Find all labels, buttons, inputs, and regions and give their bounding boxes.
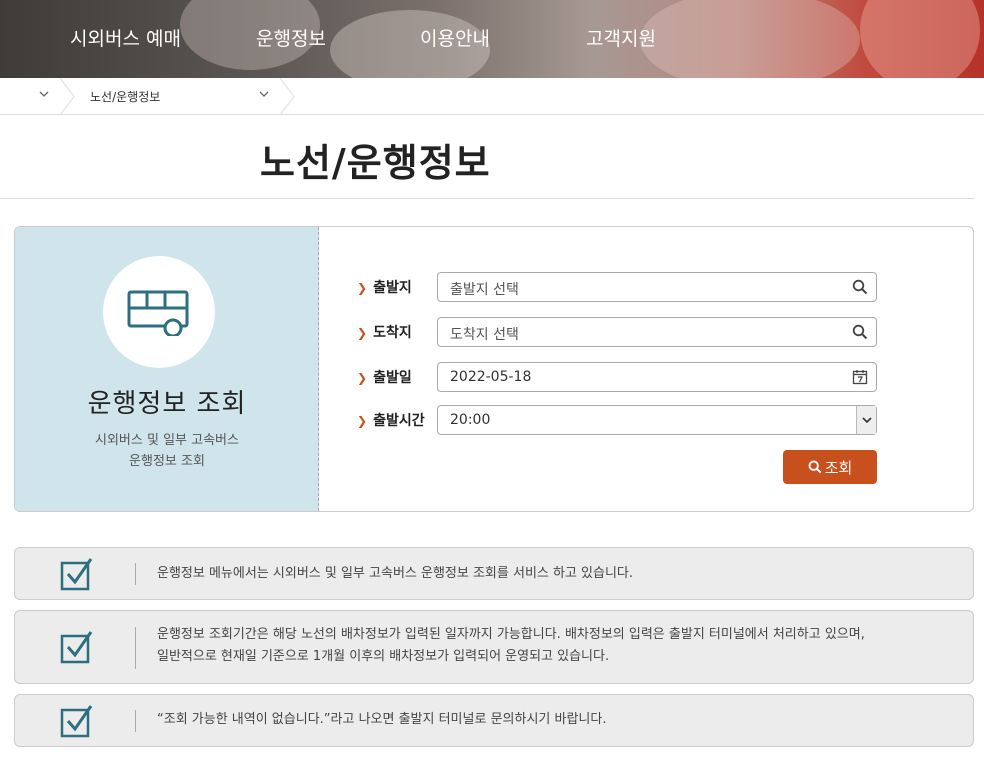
nav-item-route-info[interactable]: 운행정보 (256, 24, 326, 51)
notice-text: 운행정보 조회기간은 해당 노선의 배차정보가 입력된 일자까지 가능합니다. … (157, 624, 865, 668)
departure-time-select[interactable]: 20:00 (437, 405, 877, 435)
departure-field[interactable]: 출발지 선택 (437, 272, 877, 302)
departure-label-text: 출발지 (373, 280, 412, 296)
arrival-placeholder: 도착지 선택 (450, 327, 519, 343)
arrival-label: ❯ 도착지 (357, 322, 412, 342)
chevron-right-icon: ❯ (357, 414, 368, 428)
departure-date-field[interactable]: 2022-05-18 (437, 362, 877, 392)
top-navigation: 시외버스 예매 운행정보 이용안내 고객지원 (0, 0, 984, 78)
page-title: 노선/운행정보 (260, 141, 491, 185)
header-background-shape (860, 0, 980, 78)
chevron-right-icon: ❯ (357, 326, 368, 340)
notice-divider (135, 627, 136, 669)
search-panel-description: 시외버스 및 일부 고속버스 운행정보 조회 (15, 430, 319, 472)
nav-item-intercity-booking[interactable]: 시외버스 예매 (70, 24, 181, 51)
breadcrumb-separator-icon (58, 78, 76, 115)
breadcrumb-separator-icon (278, 78, 296, 115)
chevron-right-icon: ❯ (357, 281, 368, 295)
departure-date-label: ❯ 출발일 (357, 367, 412, 387)
search-submit-button[interactable]: 조회 (783, 450, 877, 484)
notice-text: 운행정보 메뉴에서는 시외버스 및 일부 고속버스 운행정보 조회를 서비스 하… (157, 566, 634, 581)
search-icon[interactable] (852, 324, 868, 344)
header-background-shape (640, 0, 860, 78)
checkbox-check-icon (60, 631, 93, 664)
notice-text: “조회 가능한 내역이 없습니다.”라고 나오면 출발지 터미널로 문의하시기 … (157, 712, 607, 727)
search-panel-description-line: 운행정보 조회 (129, 454, 205, 469)
departure-time-value: 20:00 (450, 412, 491, 428)
departure-time-label-text: 출발시간 (373, 413, 425, 429)
notice-text-line: 일반적으로 현재일 기준으로 1개월 이후의 배차정보가 입력되어 운영되고 있… (157, 649, 610, 664)
departure-time-label: ❯ 출발시간 (357, 410, 425, 430)
notice-box: 운행정보 조회기간은 해당 노선의 배차정보가 입력된 일자까지 가능합니다. … (14, 610, 974, 684)
arrival-label-text: 도착지 (373, 325, 412, 341)
arrival-field[interactable]: 도착지 선택 (437, 317, 877, 347)
checkbox-check-icon (60, 705, 93, 738)
notice-box: “조회 가능한 내역이 없습니다.”라고 나오면 출발지 터미널로 문의하시기 … (14, 694, 974, 747)
search-icon (808, 460, 822, 474)
search-submit-label: 조회 (824, 459, 853, 477)
checkbox-check-icon (60, 558, 93, 591)
departure-label: ❯ 출발지 (357, 277, 412, 297)
breadcrumb-current[interactable]: 노선/운행정보 (90, 88, 160, 105)
chevron-right-icon: ❯ (357, 371, 368, 385)
breadcrumb-home-dropdown-icon[interactable] (38, 88, 50, 103)
search-panel-intro: 운행정보 조회 시외버스 및 일부 고속버스 운행정보 조회 (15, 227, 319, 511)
bus-icon (127, 290, 189, 336)
title-divider (0, 198, 974, 199)
route-search-panel: 운행정보 조회 시외버스 및 일부 고속버스 운행정보 조회 ❯ 출발지 출발지 … (14, 226, 974, 512)
search-panel-description-line: 시외버스 및 일부 고속버스 (95, 433, 239, 448)
departure-date-value: 2022-05-18 (450, 369, 532, 385)
breadcrumb-current-dropdown-icon[interactable] (258, 88, 270, 103)
notice-divider (135, 563, 136, 585)
notice-text-line: 운행정보 조회기간은 해당 노선의 배차정보가 입력된 일자까지 가능합니다. … (157, 627, 865, 642)
notice-box: 운행정보 메뉴에서는 시외버스 및 일부 고속버스 운행정보 조회를 서비스 하… (14, 547, 974, 600)
chevron-down-icon[interactable] (856, 406, 876, 434)
nav-item-customer-support[interactable]: 고객지원 (586, 24, 656, 51)
notice-divider (135, 710, 136, 732)
breadcrumb: 노선/운행정보 (0, 78, 984, 115)
departure-date-label-text: 출발일 (373, 370, 412, 386)
search-icon[interactable] (852, 279, 868, 299)
nav-item-usage-guide[interactable]: 이용안내 (420, 24, 490, 51)
bus-icon-circle (103, 256, 215, 368)
calendar-icon[interactable] (852, 369, 868, 389)
departure-placeholder: 출발지 선택 (450, 282, 519, 298)
search-panel-title: 운행정보 조회 (87, 389, 247, 419)
